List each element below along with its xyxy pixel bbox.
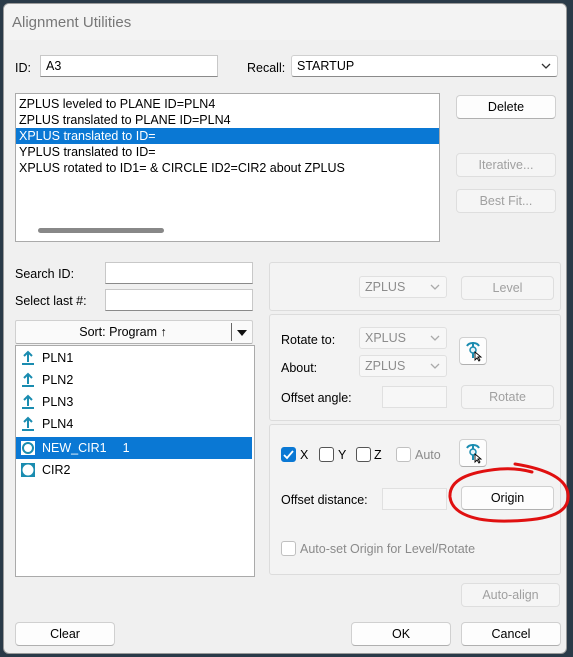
feature-item[interactable]: PLN1 [16,347,252,369]
y-checkbox[interactable] [319,447,334,462]
search-id-input[interactable] [105,262,253,284]
about-value: ZPLUS [365,359,406,373]
sort-dropdown-icon[interactable] [236,329,248,337]
offset-angle-input[interactable] [382,386,447,408]
feature-item[interactable]: CIR2 [16,459,252,481]
rotate-group: Rotate to: XPLUS About: ZPLUS Offset ang… [269,314,561,421]
feature-item[interactable]: PLN2 [16,369,252,391]
sort-label: Sort: Program ↑ [79,325,167,339]
step-row[interactable]: XPLUS rotated to ID1= & CIRCLE ID2=CIR2 … [16,160,439,176]
feature-name: PLN3 [42,395,74,409]
step-row[interactable]: ZPLUS leveled to PLANE ID=PLN4 [16,96,439,112]
origin-pick-button[interactable] [459,439,487,467]
title-bar: Alignment Utilities [4,4,566,40]
plane-feature-icon [22,394,34,409]
rotate-button[interactable]: Rotate [461,385,554,409]
level-axis-value: ZPLUS [365,280,406,294]
feature-name: PLN2 [42,373,74,387]
best-fit-button[interactable]: Best Fit... [456,189,556,213]
cancel-button[interactable]: Cancel [461,622,561,646]
circle-feature-icon [21,441,35,455]
recall-label: Recall: [247,61,286,75]
auto-label: Auto [415,448,441,462]
alignment-steps-list[interactable]: ZPLUS leveled to PLANE ID=PLN4 ZPLUS tra… [15,93,440,242]
auto-set-origin-checkbox[interactable] [281,541,296,556]
select-last-input[interactable] [105,289,253,311]
alignment-utilities-dialog: Alignment Utilities ID: A3 Recall: START… [3,3,567,654]
select-last-label: Select last #: [15,294,87,308]
feature-name: PLN4 [42,417,74,431]
chevron-down-icon [430,363,440,369]
rotate-to-dropdown[interactable]: XPLUS [359,327,447,349]
feature-item[interactable]: NEW_CIR1 1 [16,437,252,459]
z-checkbox[interactable] [356,447,371,462]
chevron-down-icon [430,284,440,290]
rotate-to-value: XPLUS [365,331,406,345]
delete-button[interactable]: Delete [456,95,556,119]
clear-button[interactable]: Clear [15,622,115,646]
sort-header[interactable]: Sort: Program ↑ [15,320,253,344]
horizontal-scrollbar[interactable] [38,228,164,233]
level-axis-dropdown[interactable]: ZPLUS [359,276,447,298]
about-label: About: [281,361,318,375]
x-checkbox[interactable] [281,447,296,462]
plane-feature-icon [22,350,34,365]
level-button[interactable]: Level [461,276,554,300]
feature-name: NEW_CIR1 [42,441,107,455]
probe-pick-icon [466,342,483,362]
z-label: Z [374,448,382,462]
about-dropdown[interactable]: ZPLUS [359,355,447,377]
feature-item[interactable]: PLN3 [16,391,252,413]
origin-group: X Y Z Auto Offset distance: Origin Auto-… [269,424,561,575]
feature-extra: 1 [122,441,130,455]
feature-list[interactable]: PLN1 PLN2 PLN3 PLN4 NEW_CIR1 1 CIR2 [15,345,255,577]
auto-align-button[interactable]: Auto-align [461,583,560,607]
window-title: Alignment Utilities [12,14,132,31]
level-group: ZPLUS Level [269,262,561,311]
sort-divider [231,323,232,341]
auto-set-origin-label: Auto-set Origin for Level/Rotate [300,542,476,556]
search-id-label: Search ID: [15,267,75,281]
feature-name: CIR2 [42,463,71,477]
plane-feature-icon [22,372,34,387]
ok-button[interactable]: OK [351,622,451,646]
offset-distance-label: Offset distance: [281,493,368,507]
step-row[interactable]: YPLUS translated to ID= [16,144,439,160]
id-label: ID: [15,61,31,75]
x-label: X [300,448,309,462]
step-row[interactable]: XPLUS translated to ID= [16,128,439,144]
steps-container: ZPLUS leveled to PLANE ID=PLN4 ZPLUS tra… [16,94,439,176]
auto-checkbox[interactable] [396,447,411,462]
y-label: Y [338,448,347,462]
rotate-to-label: Rotate to: [281,333,336,347]
offset-angle-label: Offset angle: [281,391,352,405]
chevron-down-icon [541,63,551,69]
chevron-down-icon [430,335,440,341]
recall-dropdown[interactable]: STARTUP [291,55,558,77]
iterative-button[interactable]: Iterative... [456,153,556,177]
plane-feature-icon [22,416,34,431]
feature-name: PLN1 [42,351,74,365]
id-input[interactable]: A3 [40,55,218,77]
step-row[interactable]: ZPLUS translated to PLANE ID=PLN4 [16,112,439,128]
rotate-pick-button[interactable] [459,337,487,365]
checkmark-icon [283,450,294,460]
origin-button[interactable]: Origin [461,486,554,510]
feature-item[interactable]: PLN4 [16,413,252,435]
probe-pick-icon [466,444,483,464]
recall-value: STARTUP [297,59,355,73]
circle-feature-icon [21,463,35,477]
offset-distance-input[interactable] [382,488,447,510]
